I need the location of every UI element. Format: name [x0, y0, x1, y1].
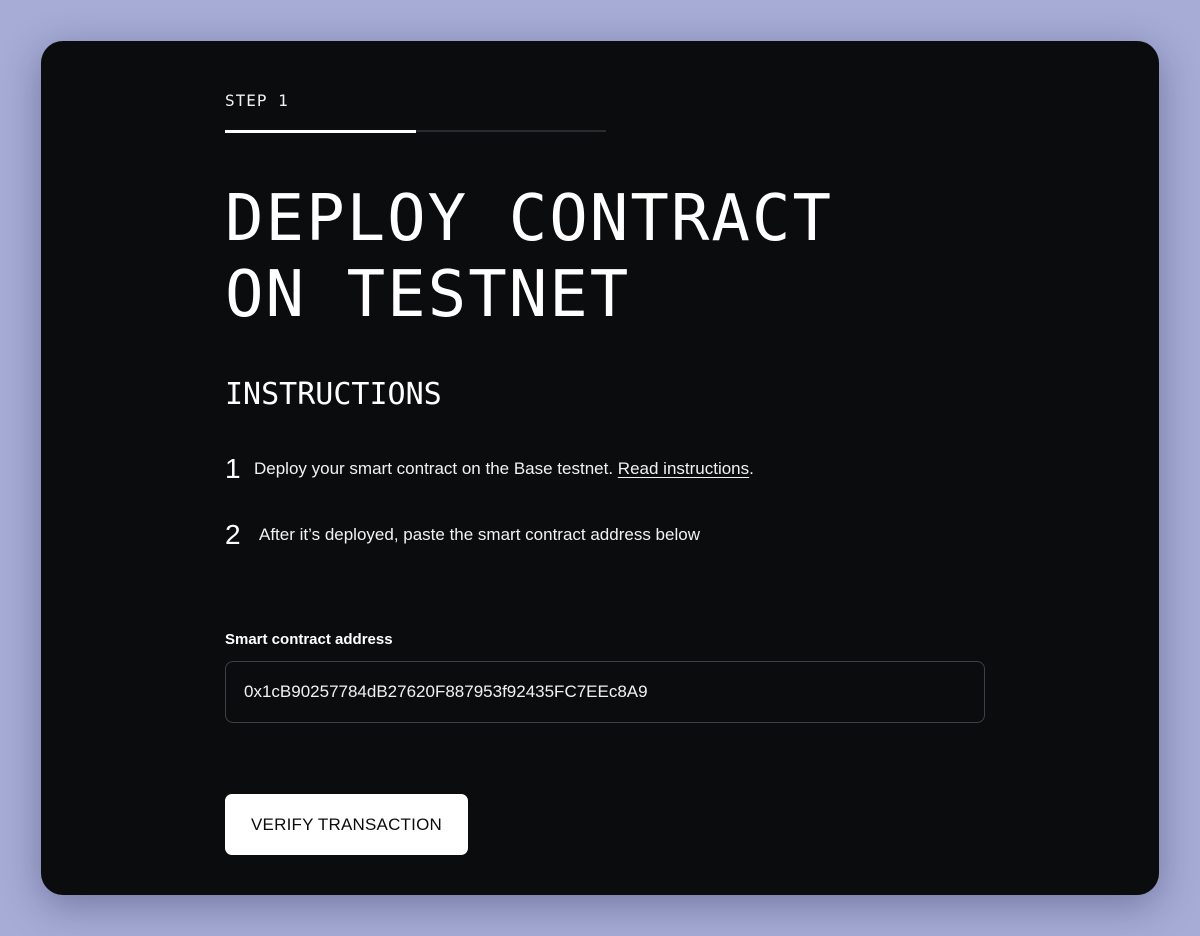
instruction-item-1: 1 Deploy your smart contract on the Base… — [225, 453, 754, 485]
step-progress-fill — [225, 129, 416, 133]
instruction-number: 2 — [225, 519, 241, 550]
deploy-card: STEP 1 DEPLOY CONTRACT ON TESTNET INSTRU… — [41, 41, 1159, 895]
instruction-item-2: 2 After it’s deployed, paste the smart c… — [225, 519, 700, 551]
page-title: DEPLOY CONTRACT ON TESTNET — [225, 182, 833, 332]
read-instructions-link[interactable]: Read instructions — [618, 459, 749, 478]
instruction-text-suffix: . — [749, 459, 754, 478]
contract-address-input[interactable] — [225, 661, 985, 723]
instruction-number: 1 — [225, 453, 241, 484]
instruction-text-main: Deploy your smart contract on the Base t… — [254, 459, 618, 478]
step-label: STEP 1 — [225, 91, 289, 110]
instruction-text: After it’s deployed, paste the smart con… — [259, 525, 700, 544]
verify-transaction-button[interactable]: VERIFY TRANSACTION — [225, 794, 468, 855]
instructions-heading: INSTRUCTIONS — [225, 377, 442, 412]
address-field-label: Smart contract address — [225, 631, 393, 648]
instruction-text: Deploy your smart contract on the Base t… — [254, 459, 754, 479]
step-progress-bar — [225, 129, 606, 133]
